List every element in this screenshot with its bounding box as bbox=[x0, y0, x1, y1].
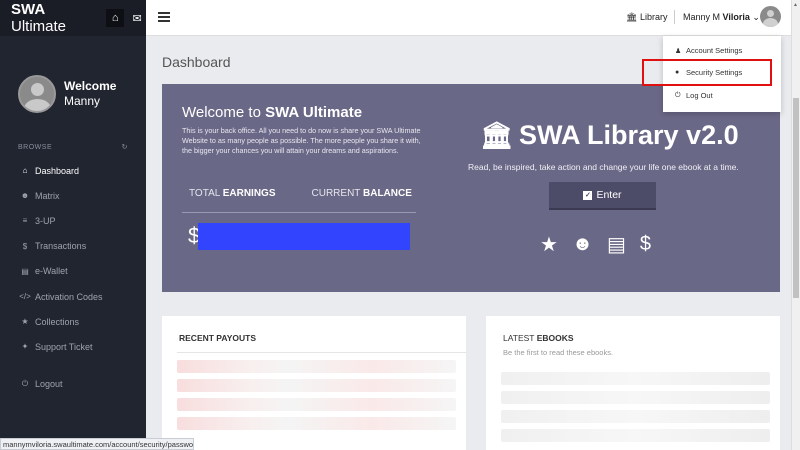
list-item bbox=[501, 429, 770, 442]
list-item bbox=[501, 410, 770, 423]
log-out-item[interactable]: ⏻ Log Out bbox=[675, 91, 713, 100]
hero-panel: Welcome to SWA Ultimate This is your bac… bbox=[162, 84, 780, 292]
totals-header: TOTAL EARNINGS CURRENT BALANCE bbox=[189, 188, 412, 199]
redacted-amount bbox=[198, 223, 410, 250]
chevron-down-icon: ⌄ bbox=[752, 12, 760, 22]
hero-title: Welcome to SWA Ultimate bbox=[182, 104, 363, 121]
check-square-icon: ✓ bbox=[583, 190, 593, 200]
user-menu[interactable]: Manny M Viloria ⌄ bbox=[683, 12, 760, 23]
code-icon: </> bbox=[19, 292, 31, 302]
brand-logo[interactable]: SWA Ultimate bbox=[11, 1, 94, 35]
user-icon: ♟ bbox=[675, 47, 682, 55]
ebooks-list bbox=[501, 372, 770, 448]
sidebar-item-label: Transactions bbox=[35, 241, 87, 252]
recent-payouts-card: RECENT PAYOUTS bbox=[162, 316, 466, 450]
user-panel: Welcome Manny bbox=[0, 36, 146, 136]
power-icon: ⏻ bbox=[21, 379, 29, 389]
avatar bbox=[18, 75, 56, 113]
card-icon: ▤ bbox=[606, 234, 626, 256]
power-icon: ⏻ bbox=[675, 91, 681, 99]
list-item bbox=[501, 372, 770, 385]
sidebar-item-logout[interactable]: ⏻ Logout bbox=[0, 372, 146, 397]
sidebar-item-dashboard[interactable]: ⌂ Dashboard bbox=[0, 158, 146, 183]
sidebar-item-collections[interactable]: ★ Collections bbox=[0, 309, 146, 334]
sidebar-item-label: Support Ticket bbox=[35, 341, 93, 352]
chevron-up-icon[interactable]: ▲ bbox=[793, 2, 798, 8]
total-earnings-label: TOTAL EARNINGS bbox=[189, 188, 276, 199]
scroll-thumb[interactable] bbox=[793, 98, 799, 298]
sidebar: SWA Ultimate ⌂ ✉ Welcome Manny BROWSE ↻ … bbox=[0, 0, 146, 450]
browse-label: BROWSE bbox=[18, 143, 53, 151]
refresh-icon[interactable]: ↻ bbox=[122, 143, 128, 151]
list-item bbox=[177, 360, 456, 373]
payouts-list bbox=[177, 360, 456, 436]
divider bbox=[177, 352, 466, 353]
card-title: LATEST EBOOKS bbox=[503, 333, 574, 343]
enter-label: Enter bbox=[596, 189, 622, 201]
sidebar-item-label: 3-UP bbox=[35, 215, 56, 226]
scrollbar[interactable]: ▲ bbox=[791, 0, 800, 450]
sidebar-item-label: Logout bbox=[35, 379, 63, 390]
sidebar-item-label: Dashboard bbox=[35, 165, 80, 176]
page-title: Dashboard bbox=[162, 54, 231, 70]
library-title: 🏛 SWA Library v2.0 bbox=[480, 120, 739, 151]
list-item bbox=[177, 379, 456, 392]
library-icons: ★ ☻ ▤ $ bbox=[540, 232, 665, 257]
sidebar-item-support-ticket[interactable]: ✦ Support Ticket bbox=[0, 334, 146, 359]
status-bar-url: mannymviloria.swaultimate.com/account/se… bbox=[0, 438, 194, 450]
user-last-name: Viloria bbox=[722, 12, 750, 22]
divider bbox=[674, 10, 675, 24]
highlight-box bbox=[642, 59, 772, 86]
home-icon[interactable]: ⌂ bbox=[106, 9, 125, 27]
sidebar-item-matrix[interactable]: ☻ Matrix bbox=[0, 183, 146, 208]
list-item bbox=[177, 398, 456, 411]
card-title: RECENT PAYOUTS bbox=[179, 333, 256, 343]
pin-icon: ✦ bbox=[21, 342, 29, 352]
users-icon: ☻ bbox=[20, 191, 30, 201]
sidebar-item-label: e-Wallet bbox=[35, 266, 68, 277]
sidebar-item-ewallet[interactable]: ▤ e-Wallet bbox=[0, 259, 146, 284]
dollar-icon: $ bbox=[639, 233, 652, 255]
sidebar-item-label: Activation Codes bbox=[35, 291, 103, 302]
mail-icon[interactable]: ✉ bbox=[128, 9, 146, 27]
dollar-icon: $ bbox=[22, 241, 28, 251]
topbar: 🏛 Library Manny M Viloria ⌄ bbox=[146, 0, 791, 36]
library-title-text: SWA Library v2.0 bbox=[519, 120, 739, 150]
home-icon: ⌂ bbox=[22, 166, 28, 176]
account-settings-item[interactable]: ♟ Account Settings bbox=[675, 46, 742, 55]
sidebar-item-activation-codes[interactable]: </> Activation Codes bbox=[0, 284, 146, 309]
library-tagline: Read, be inspired, take action and chang… bbox=[468, 162, 739, 172]
welcome-text: Welcome bbox=[64, 79, 117, 93]
brand-bar: SWA Ultimate ⌂ ✉ bbox=[0, 0, 146, 36]
sidebar-item-transactions[interactable]: $ Transactions bbox=[0, 234, 146, 259]
sidebar-item-3up[interactable]: ≡ 3-UP bbox=[0, 208, 146, 233]
users-icon: ☻ bbox=[571, 233, 593, 255]
bank-icon: 🏛 bbox=[626, 12, 638, 22]
latest-ebooks-card: LATEST EBOOKS Be the first to read these… bbox=[486, 316, 780, 450]
current-balance-label: CURRENT BALANCE bbox=[311, 188, 412, 199]
user-name: Manny bbox=[64, 94, 101, 108]
sidebar-item-label: Collections bbox=[35, 316, 80, 327]
star-icon: ★ bbox=[540, 234, 558, 256]
card-icon: ▤ bbox=[21, 266, 29, 276]
card-subtitle: Be the first to read these ebooks. bbox=[503, 348, 614, 357]
avatar[interactable] bbox=[760, 6, 781, 27]
menu-item-label: Log Out bbox=[686, 91, 713, 100]
menu-item-label: Account Settings bbox=[686, 46, 743, 55]
sidebar-item-label: Matrix bbox=[35, 190, 60, 201]
library-link[interactable]: 🏛 Library bbox=[626, 12, 667, 23]
menu-icon[interactable] bbox=[158, 12, 170, 24]
star-icon: ★ bbox=[21, 317, 29, 327]
hero-description: This is your back office. All you need t… bbox=[182, 126, 421, 155]
list-item bbox=[177, 417, 456, 430]
divider bbox=[182, 212, 416, 213]
browse-header: BROWSE ↻ bbox=[0, 136, 146, 158]
user-first-name: Manny M bbox=[683, 12, 723, 22]
enter-button[interactable]: ✓ Enter bbox=[549, 182, 656, 210]
list-icon: ≡ bbox=[22, 216, 28, 226]
list-item bbox=[501, 391, 770, 404]
library-label: Library bbox=[639, 12, 668, 22]
bank-icon: 🏛 bbox=[480, 120, 514, 150]
